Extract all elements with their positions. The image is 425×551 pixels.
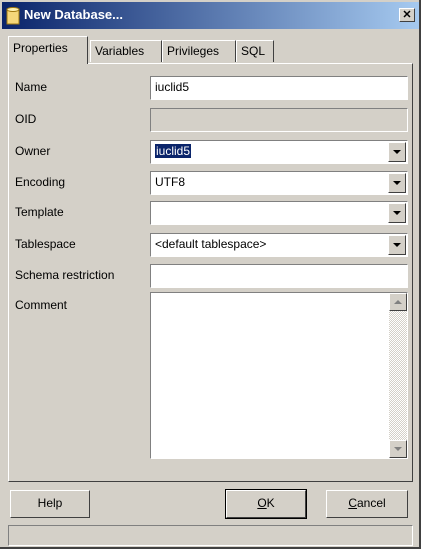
help-button[interactable]: Help	[10, 490, 90, 518]
tablespace-dropdown-button[interactable]	[388, 235, 406, 255]
close-button[interactable]: ✕	[399, 8, 415, 22]
owner-dropdown-button[interactable]	[388, 142, 406, 162]
owner-select[interactable]: iuclid5	[150, 140, 408, 164]
oid-input	[150, 108, 408, 132]
name-input[interactable]: iuclid5	[150, 76, 408, 100]
arrow-up-icon	[394, 300, 402, 304]
encoding-label: Encoding	[15, 175, 66, 189]
encoding-dropdown-button[interactable]	[388, 173, 406, 193]
oid-label: OID	[15, 112, 37, 126]
chevron-down-icon	[393, 211, 401, 215]
chevron-down-icon	[393, 181, 401, 185]
ok-mnemonic: O	[257, 496, 267, 510]
encoding-select[interactable]: UTF8	[150, 171, 408, 195]
scroll-down-button[interactable]	[389, 440, 407, 458]
cancel-mnemonic: C	[348, 496, 357, 510]
cancel-label-rest: ancel	[356, 496, 386, 510]
tab-sql[interactable]: SQL	[236, 40, 274, 62]
template-label: Template	[15, 205, 64, 219]
ok-label-rest: K	[266, 496, 275, 510]
cancel-button[interactable]: Cancel	[326, 490, 408, 518]
close-icon: ✕	[402, 9, 412, 21]
comment-textarea[interactable]	[150, 292, 408, 459]
name-label: Name	[15, 80, 48, 94]
chevron-down-icon	[393, 243, 401, 247]
schema-restriction-input[interactable]	[150, 264, 408, 288]
ok-button[interactable]: OK	[225, 489, 307, 519]
tablespace-label: Tablespace	[15, 237, 76, 251]
status-bar	[8, 525, 413, 546]
tab-privileges[interactable]: Privileges	[162, 40, 236, 62]
name-value: iuclid5	[155, 80, 190, 94]
owner-value: iuclid5	[155, 144, 192, 158]
database-icon	[6, 7, 20, 25]
tab-properties[interactable]: Properties	[8, 36, 88, 64]
tablespace-select[interactable]: <default tablespace>	[150, 233, 408, 257]
owner-label: Owner	[15, 144, 51, 158]
template-select[interactable]	[150, 201, 408, 225]
comment-label: Comment	[15, 298, 68, 312]
chevron-down-icon	[393, 150, 401, 154]
template-dropdown-button[interactable]	[388, 203, 406, 223]
schema-restriction-label: Schema restriction	[15, 268, 115, 282]
window-title: New Database...	[24, 7, 123, 22]
scroll-up-button[interactable]	[389, 293, 407, 311]
comment-scrollbar[interactable]	[389, 293, 407, 458]
encoding-value: UTF8	[155, 175, 185, 189]
title-bar[interactable]: New Database... ✕	[2, 2, 419, 29]
new-database-dialog: New Database... ✕ Properties Variables P…	[0, 0, 421, 549]
arrow-down-icon	[394, 447, 402, 451]
tab-variables[interactable]: Variables	[90, 40, 162, 62]
tablespace-value: <default tablespace>	[155, 237, 267, 251]
